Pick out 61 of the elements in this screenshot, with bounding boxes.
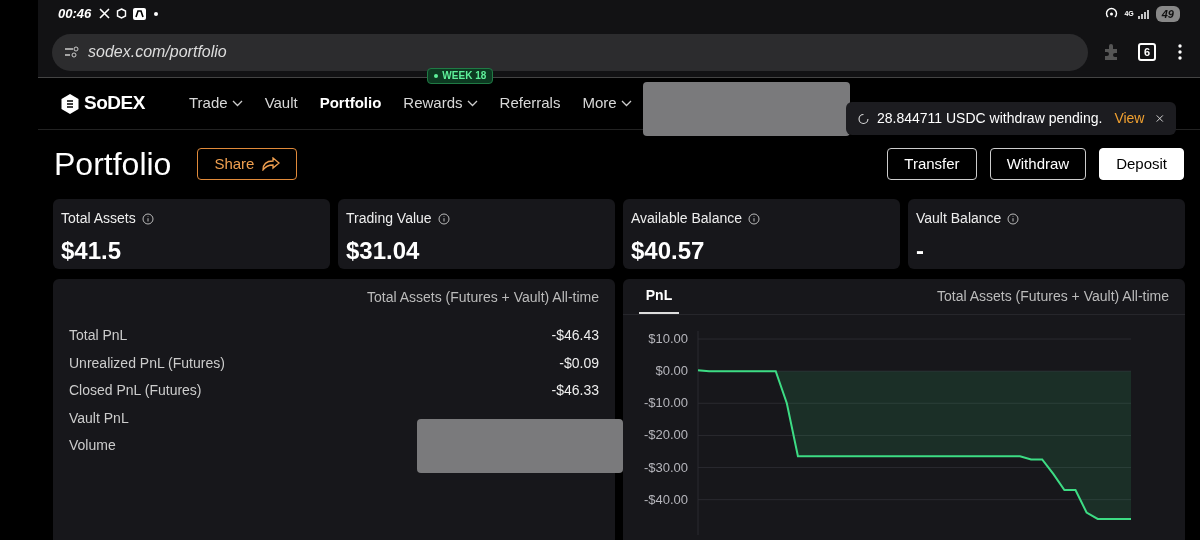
- row-value: -$0.09: [559, 353, 599, 373]
- chevron-down-icon: [466, 100, 478, 107]
- row-label: Total PnL: [69, 326, 128, 346]
- info-icon: [748, 212, 761, 225]
- row-label: Closed PnL (Futures): [69, 381, 202, 401]
- action-button[interactable]: Withdraw: [989, 148, 1087, 180]
- close-icon[interactable]: [1156, 113, 1164, 124]
- menu-icon[interactable]: [1178, 44, 1182, 61]
- logo-text: SoDEX: [84, 91, 145, 116]
- axis-label: $0.00: [655, 363, 688, 379]
- row-label: Unrealized PnL (Futures): [69, 353, 225, 373]
- nav-link[interactable]: Rewards: [403, 92, 478, 115]
- toast-message: 28.844711 USDC withdraw pending.: [876, 109, 1103, 128]
- pnl-tab[interactable]: PnL: [639, 278, 679, 314]
- nav-link[interactable]: Vault: [264, 92, 298, 115]
- scope-label: Total Assets (Futures + Vault) All-time: [367, 287, 599, 307]
- address-bar[interactable]: sodex.com/portfolio: [52, 33, 1088, 71]
- action-button[interactable]: Transfer: [887, 148, 977, 180]
- tab-count[interactable]: 6: [1138, 43, 1156, 62]
- stat-value: $40.57: [631, 236, 706, 266]
- axis-label: -$30.00: [643, 459, 688, 475]
- axis-label: -$20.00: [643, 427, 688, 443]
- stat-value: $41.5: [61, 236, 123, 266]
- chevron-down-icon: [620, 100, 632, 107]
- clock: 00:46: [58, 5, 92, 24]
- share-button[interactable]: Share: [197, 148, 298, 180]
- nav-link[interactable]: Trade: [189, 92, 243, 115]
- chevron-down-icon: [231, 100, 243, 107]
- stat-label: Available Balance: [631, 209, 743, 228]
- battery-indicator: 49: [1155, 5, 1180, 22]
- axis-label: $10.00: [648, 331, 688, 347]
- row-label: Vault PnL: [69, 408, 129, 428]
- nav-link[interactable]: More: [582, 92, 632, 115]
- app-icon: [133, 7, 147, 20]
- stat-label: Total Assets: [61, 209, 136, 228]
- week-badge: WEEK 18: [427, 68, 494, 85]
- action-button[interactable]: Deposit: [1099, 148, 1184, 180]
- view-link[interactable]: View: [1114, 108, 1145, 129]
- page-title: Portfolio: [54, 145, 172, 184]
- stat-value: $31.04: [346, 236, 421, 266]
- scope-label: Total Assets (Futures + Vault) All-time: [937, 287, 1169, 306]
- info-icon: [141, 212, 154, 225]
- logo-icon: [60, 92, 80, 115]
- row-value: -$46.33: [551, 381, 599, 401]
- signal-icon: [1137, 8, 1150, 19]
- nav-link[interactable]: Referrals: [499, 92, 561, 115]
- row-value: -$46.43: [551, 326, 599, 346]
- row-label: Volume: [69, 436, 116, 456]
- stat-label: Vault Balance: [916, 209, 1002, 228]
- x-logo-icon: [99, 8, 111, 20]
- stat-value: -: [916, 236, 925, 266]
- stat-label: Trading Value: [346, 209, 432, 228]
- share-arrow-icon: [262, 157, 281, 171]
- nav-link[interactable]: Portfolio: [319, 92, 382, 115]
- url-text: sodex.com/portfolio: [88, 42, 227, 63]
- site-settings-icon: [64, 46, 80, 59]
- axis-label: -$40.00: [643, 491, 688, 507]
- cube-icon: [116, 8, 128, 20]
- info-icon: [437, 212, 450, 225]
- axis-label: -$10.00: [643, 395, 688, 411]
- info-icon: [1007, 212, 1020, 225]
